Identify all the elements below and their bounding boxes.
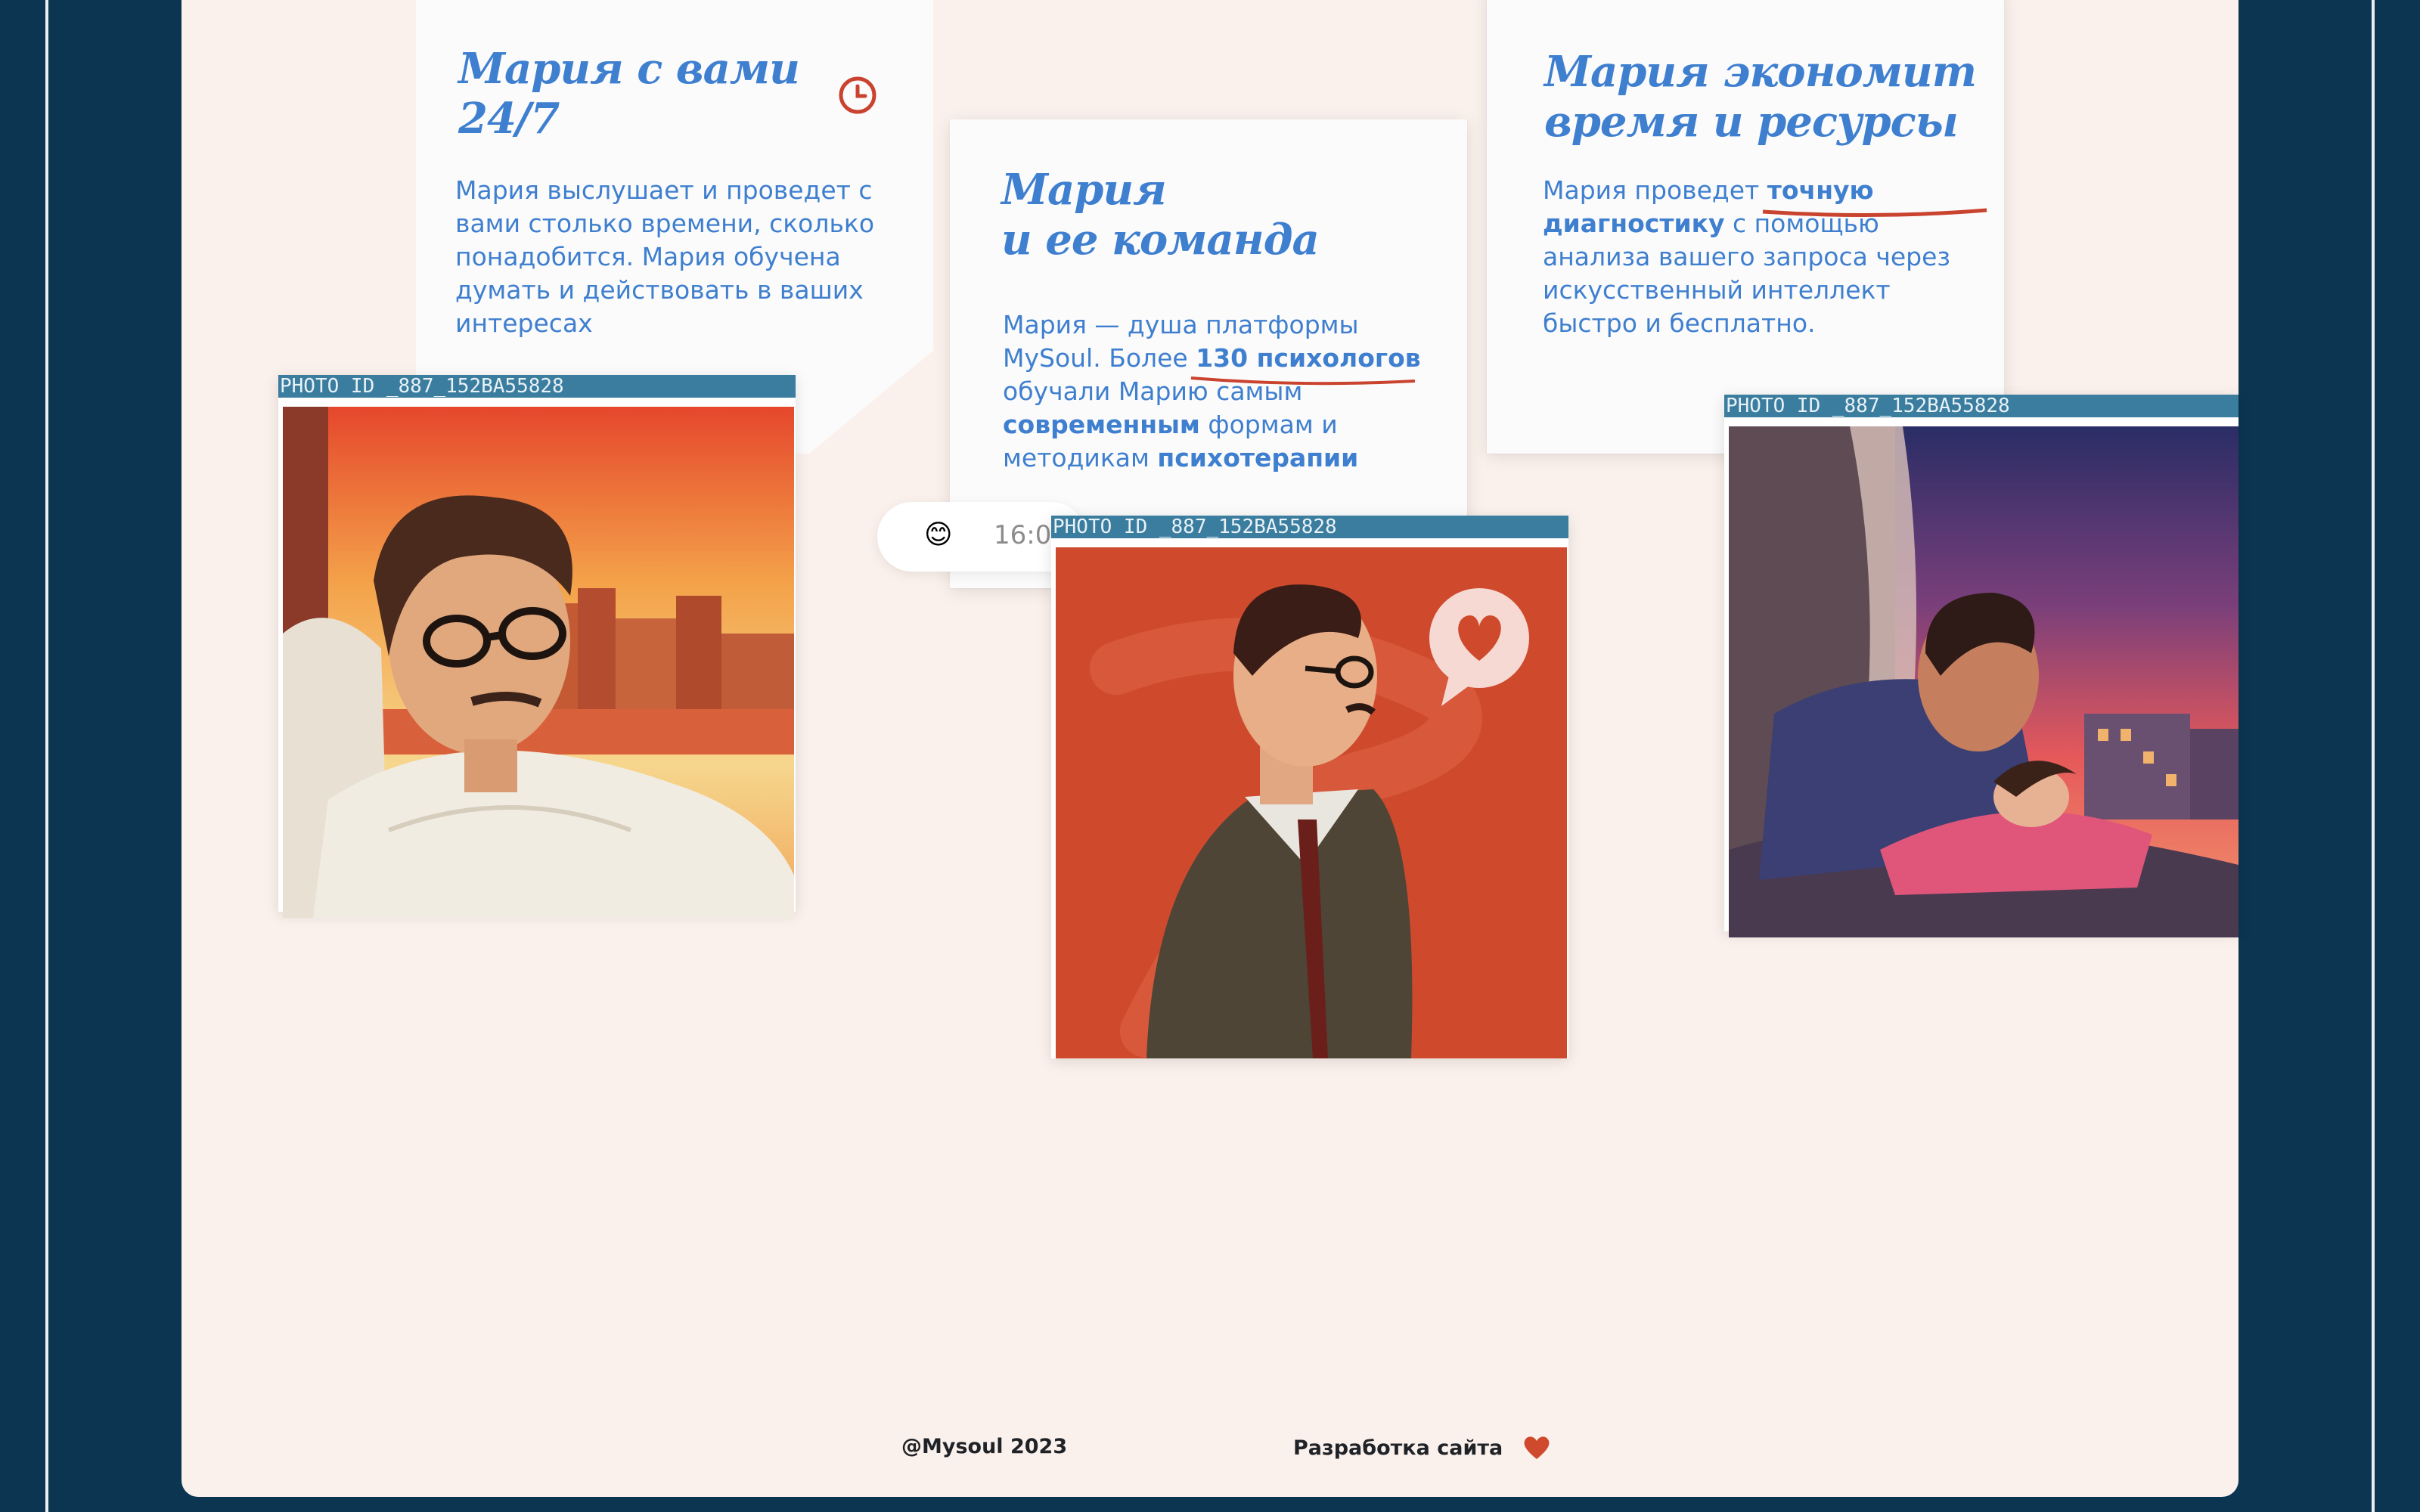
photo-card: PHOTO ID _887_152BA55828 <box>278 375 796 918</box>
photo-card: PHOTO ID _887_152BA55828 <box>1051 516 1568 1058</box>
underline-mark <box>1191 376 1416 386</box>
footer-dev-link[interactable]: Разработка сайта <box>1293 1435 1551 1461</box>
heart-icon <box>1524 1436 1550 1459</box>
card-body: Мария — душа платформы MySoul. Более 130… <box>1003 310 1421 472</box>
left-border-line <box>45 0 48 1512</box>
photo-card: PHOTO ID _887_152BA55828 <box>1724 395 2238 937</box>
page-content: Мария с вами 24/7 Мария выслушает и пров… <box>182 0 2238 1497</box>
photo-image <box>283 407 794 918</box>
photo-image <box>1056 547 1567 1058</box>
underline-mark <box>1762 208 1987 218</box>
footer-dev-label: Разработка сайта <box>1293 1436 1503 1460</box>
card-body: Мария проведет точную диагностику с помо… <box>1543 174 1987 340</box>
card-saves-time: Мария экономит время и ресурсы Мария про… <box>1487 0 2004 454</box>
photo-image <box>1729 426 2238 937</box>
card-body: Мария выслушает и проведет с вами стольк… <box>455 175 875 338</box>
clock-icon <box>839 76 876 114</box>
footer-copyright: @Mysoul 2023 <box>901 1435 1068 1458</box>
card-title: Мария и ее команда <box>1001 165 1320 265</box>
photo-id-label: PHOTO ID _887_152BA55828 <box>278 375 796 398</box>
photo-id-label: PHOTO ID _887_152BA55828 <box>1724 395 2238 417</box>
emoji-smile: 😊 <box>924 519 953 550</box>
card-title: Мария экономит время и ресурсы <box>1544 47 1977 147</box>
right-border-line <box>2372 0 2375 1512</box>
card-title: Мария с вами 24/7 <box>458 44 800 144</box>
photo-id-label: PHOTO ID _887_152BA55828 <box>1051 516 1568 538</box>
